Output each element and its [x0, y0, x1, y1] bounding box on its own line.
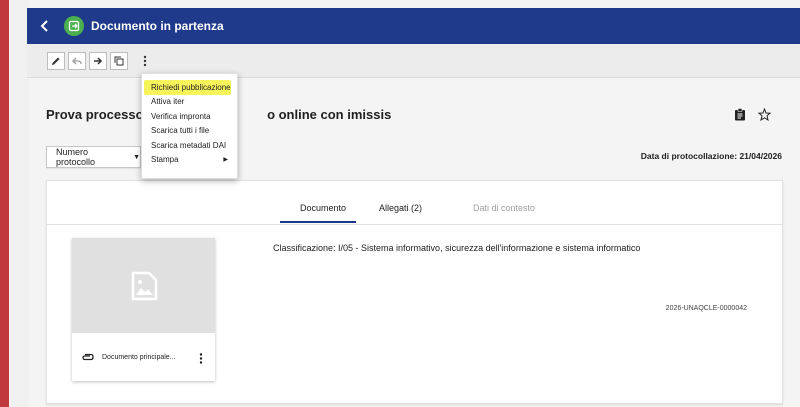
exit-box-icon [64, 16, 84, 36]
document-card: Documento Allegati (2) Dati di contesto … [46, 180, 783, 404]
active-tab-indicator [280, 221, 356, 223]
tab-bar: Documento Allegati (2) Dati di contesto [47, 181, 782, 225]
tab-documento[interactable]: Documento [300, 203, 346, 213]
edit-button[interactable] [47, 51, 65, 70]
more-actions-menu: Richiedi pubblicazione Attiva iter Verif… [141, 73, 238, 179]
image-file-icon [131, 271, 157, 300]
star-icon[interactable] [758, 108, 771, 121]
attachment-icon [82, 353, 94, 361]
app-header: Documento in partenza [27, 8, 800, 44]
preview-footer: Documento principale... [72, 333, 215, 381]
image-placeholder [72, 238, 215, 333]
preview-more-icon[interactable] [199, 353, 203, 364]
reply-button[interactable] [68, 51, 86, 70]
copy-button[interactable] [110, 51, 128, 70]
page-title: Documento in partenza [91, 19, 224, 33]
forward-button[interactable] [89, 51, 107, 70]
menu-item-scarica-metadati[interactable]: Scarica metadati DAI [142, 138, 237, 153]
reply-icon [72, 57, 82, 64]
tab-allegati[interactable]: Allegati (2) [379, 203, 422, 213]
copy-icon [114, 56, 124, 65]
protocol-date: Data di protocollazione: 21/04/2026 [640, 151, 782, 161]
chevron-left-icon[interactable] [34, 20, 56, 32]
protocol-number-label: Numero protocollo [56, 147, 96, 167]
forward-arrow-icon [94, 56, 103, 65]
menu-item-stampa[interactable]: Stampa ▶ [142, 153, 237, 168]
menu-item-verifica-impronta[interactable]: Verifica impronta [142, 109, 237, 124]
left-gutter [9, 0, 29, 407]
menu-item-stampa-label: Stampa [151, 155, 179, 165]
submenu-arrow-icon: ▶ [223, 157, 228, 164]
clipboard-icon[interactable] [734, 108, 746, 121]
protocol-number-dropdown[interactable]: Numero protocollo ▼ [46, 146, 141, 168]
caret-down-icon: ▼ [133, 153, 140, 161]
tab-dati-contesto[interactable]: Dati di contesto [473, 203, 535, 213]
classification-text: Classificazione: I/05 - Sistema informat… [273, 243, 641, 253]
left-accent-bar [0, 0, 9, 407]
pencil-icon [52, 57, 60, 65]
more-vertical-icon [143, 55, 147, 66]
menu-item-attiva-iter[interactable]: Attiva iter [142, 95, 237, 110]
document-preview-card[interactable]: Documento principale... [72, 238, 215, 381]
preview-file-name: Documento principale... [102, 353, 176, 361]
title-actions [734, 108, 771, 121]
more-actions-button[interactable] [139, 52, 151, 70]
menu-item-scarica-file[interactable]: Scarica tutti i file [142, 124, 237, 139]
document-code: 2026-UNAQCLE-0000042 [665, 305, 747, 312]
menu-item-richiedi-pubblicazione[interactable]: Richiedi pubblicazione [144, 80, 231, 95]
